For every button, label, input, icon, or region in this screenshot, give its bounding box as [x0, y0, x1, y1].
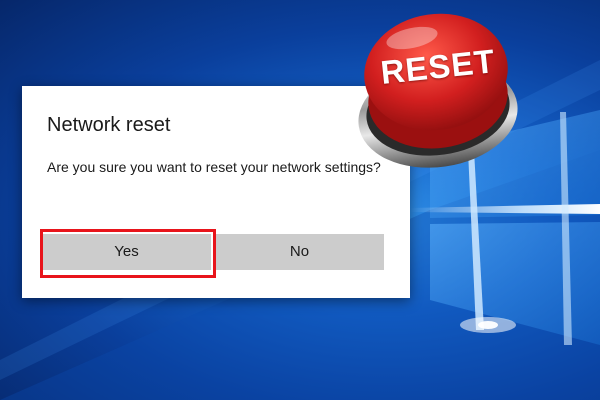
- reset-button-icon: [358, 13, 518, 168]
- yes-button[interactable]: Yes: [42, 234, 211, 270]
- dialog-message: Are you sure you want to reset your netw…: [47, 159, 381, 175]
- no-button[interactable]: No: [215, 234, 384, 270]
- dialog-title: Network reset: [47, 114, 171, 136]
